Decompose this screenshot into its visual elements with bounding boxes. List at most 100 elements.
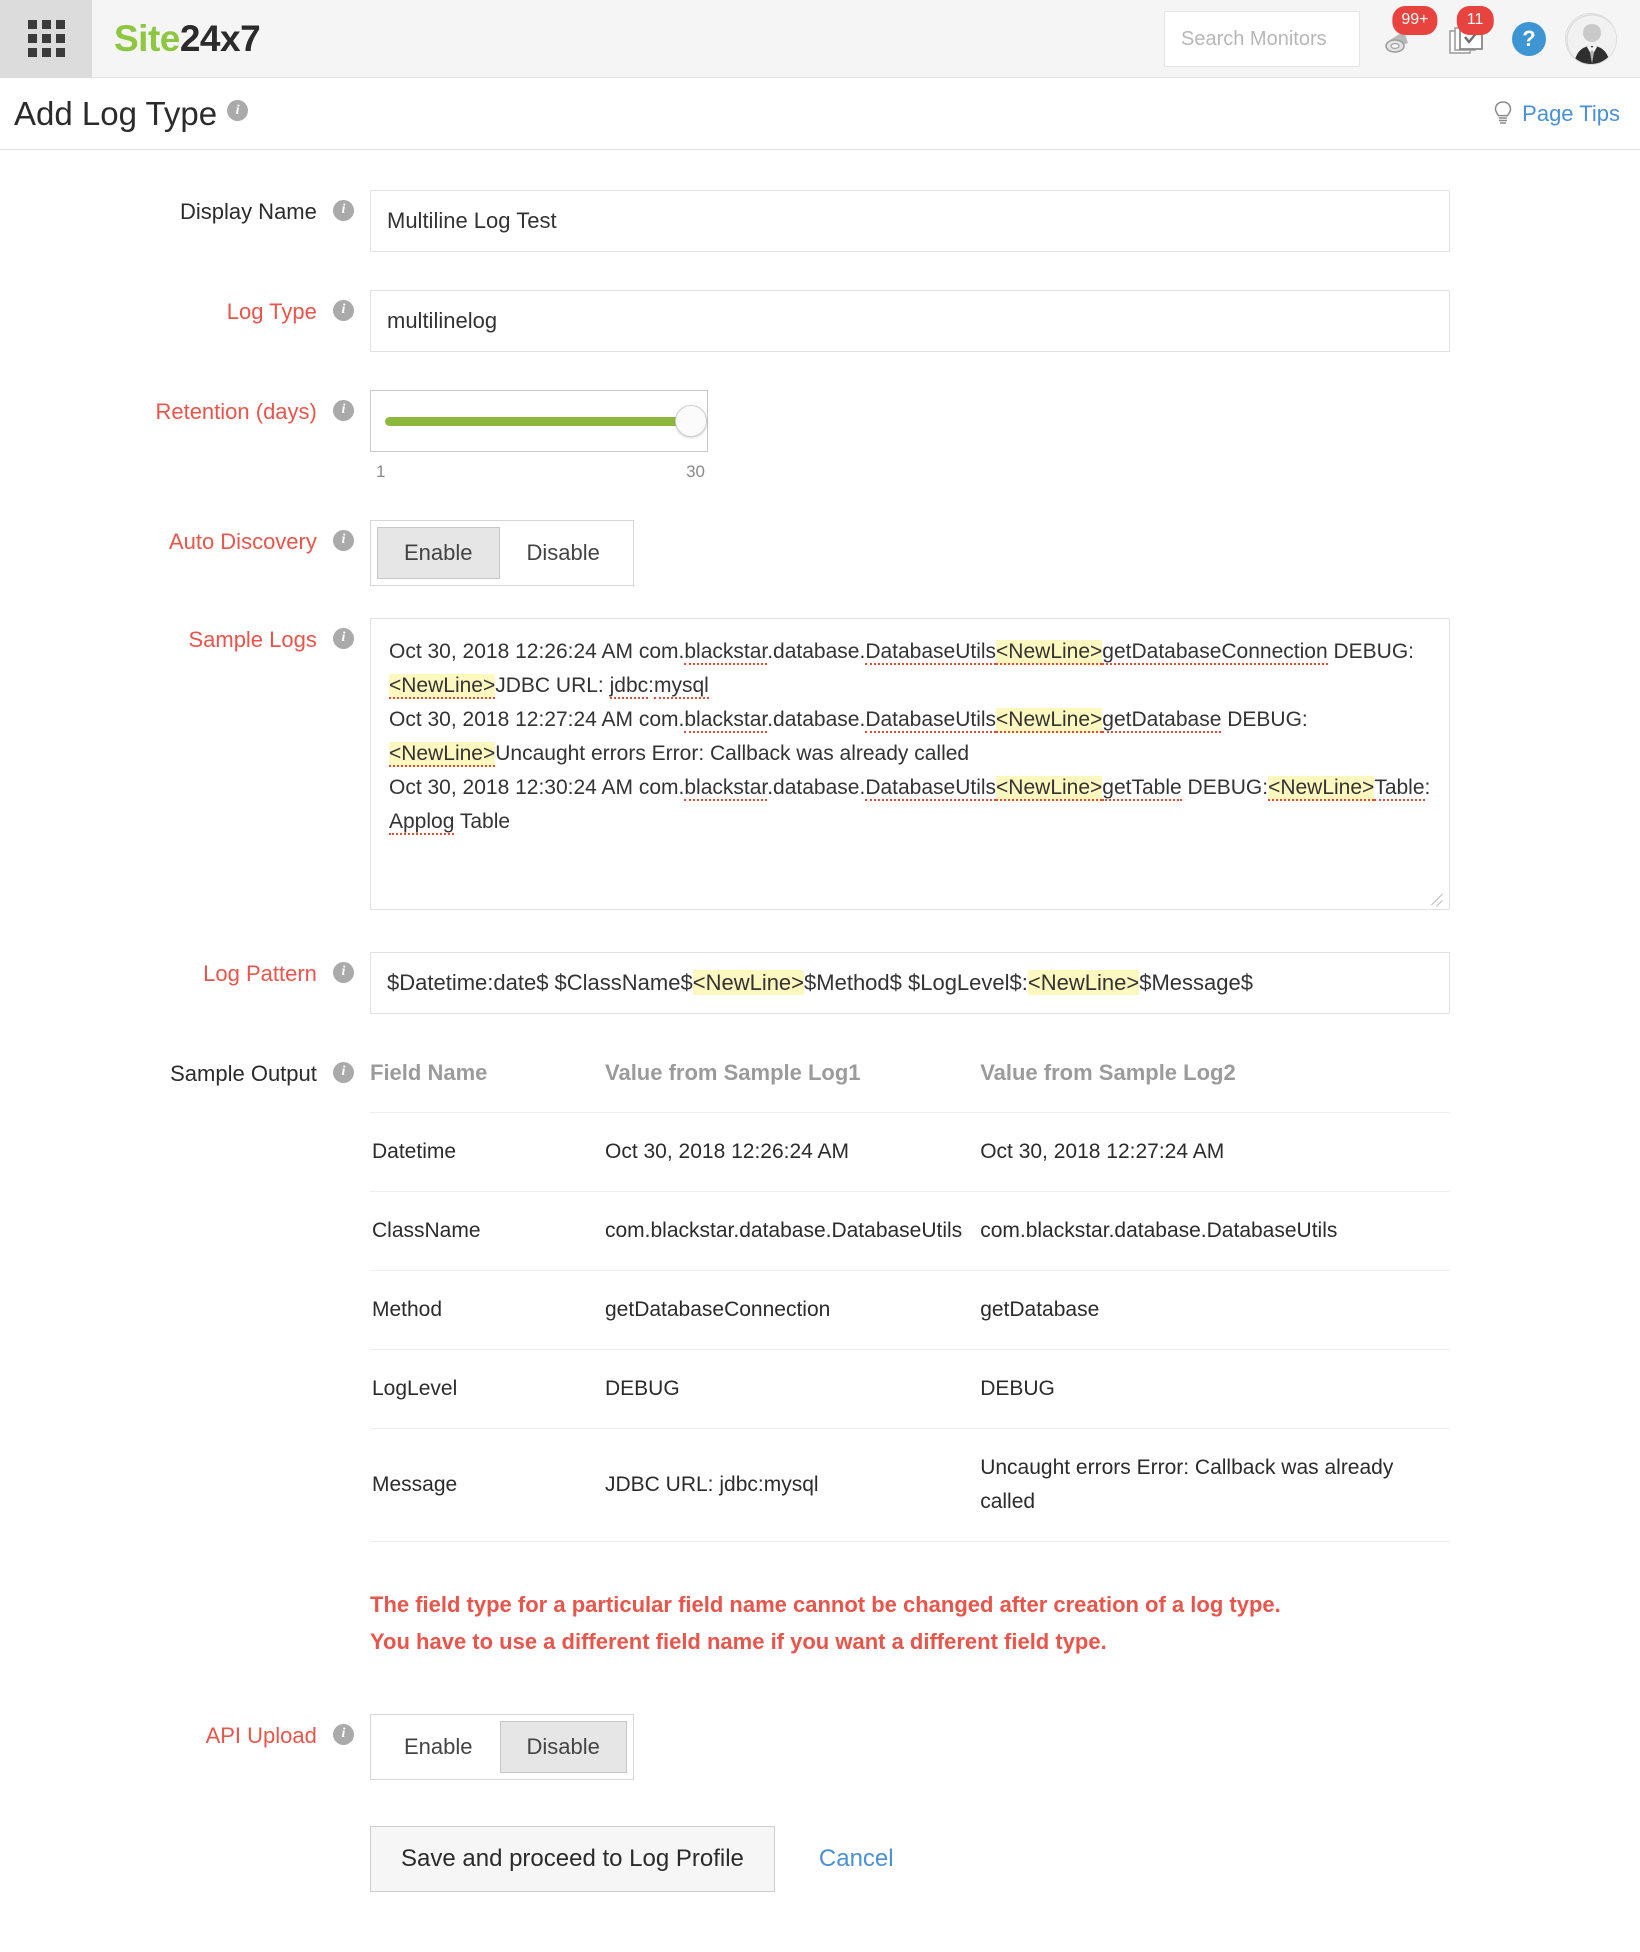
retention-slider-track — [385, 405, 707, 437]
auto-discovery-info-icon[interactable]: i — [333, 529, 354, 551]
auto-discovery-label-col: Auto Discovery i — [0, 520, 370, 586]
inbox-button[interactable]: 11 — [1436, 0, 1498, 78]
display-name-info-icon[interactable]: i — [333, 199, 354, 221]
sample-logs-info-icon[interactable]: i — [333, 627, 354, 649]
log-pattern-input[interactable]: $Datetime:date$ $ClassName$<NewLine>$Met… — [370, 952, 1450, 1014]
cell-log1: DEBUG — [605, 1349, 981, 1429]
sample-output-label: Sample Output — [170, 1061, 317, 1086]
top-bar-actions: 99+ 11 ? — [1164, 0, 1622, 78]
cell-field-name: LogLevel — [370, 1349, 605, 1429]
page-title-info-icon[interactable]: i — [227, 100, 249, 121]
cell-log1: com.blackstar.database.DatabaseUtils — [605, 1191, 981, 1271]
api-upload-enable-option[interactable]: Enable — [377, 1721, 500, 1773]
page-tips-label: Page Tips — [1522, 100, 1620, 126]
inbox-badge: 11 — [1456, 6, 1494, 35]
cell-log2: Oct 30, 2018 12:27:24 AM — [980, 1112, 1450, 1192]
sample-logs-label-col: Sample Logs i — [0, 618, 370, 910]
alerts-button[interactable]: 99+ — [1374, 0, 1438, 78]
retention-max-label: 30 — [686, 462, 705, 481]
cell-field-name: ClassName — [370, 1191, 605, 1271]
search-input[interactable] — [1179, 26, 1345, 52]
col-header-field-name: Field Name — [370, 1060, 488, 1085]
page-tips-link[interactable]: Page Tips — [1493, 101, 1620, 127]
field-row-sample-logs: Sample Logs i Oct 30, 2018 12:26:24 AM c… — [0, 618, 1640, 910]
form-actions-row: Save and proceed to Log Profile Cancel — [0, 1826, 1640, 1892]
log-pattern-field-col: $Datetime:date$ $ClassName$<NewLine>$Met… — [370, 952, 1640, 1014]
sample-output-info-icon[interactable]: i — [333, 1061, 354, 1083]
api-upload-info-icon[interactable]: i — [333, 1723, 354, 1745]
display-name-label-col: Display Name i — [0, 190, 370, 252]
log-pattern-label-col: Log Pattern i — [0, 952, 370, 1014]
page-title: Add Log Type — [14, 94, 218, 132]
log-pattern-label: Log Pattern — [203, 961, 317, 986]
save-and-proceed-button[interactable]: Save and proceed to Log Profile — [370, 1826, 775, 1892]
log-type-info-icon[interactable]: i — [333, 299, 354, 321]
col-header-log1: Value from Sample Log1 — [605, 1060, 861, 1085]
cell-log1: Oct 30, 2018 12:26:24 AM — [605, 1112, 981, 1192]
help-button[interactable]: ? — [1498, 0, 1560, 78]
actions-spacer — [0, 1826, 370, 1892]
display-name-field-col — [370, 190, 1640, 252]
top-navigation-bar: Site24x7 99+ 11 ? — [0, 0, 1640, 78]
log-pattern-info-icon[interactable]: i — [333, 961, 354, 983]
retention-info-icon[interactable]: i — [333, 399, 354, 421]
api-upload-toggle: Enable Disable — [370, 1714, 634, 1780]
cell-log2: com.blackstar.database.DatabaseUtils — [980, 1191, 1450, 1271]
page-header: Add Log Type i Page Tips — [0, 78, 1640, 150]
sample-output-label-col: Sample Output i — [0, 1052, 370, 1660]
api-upload-label: API Upload — [205, 1723, 317, 1748]
log-type-label-col: Log Type i — [0, 290, 370, 352]
field-row-log-type: Log Type i — [0, 290, 1640, 352]
retention-min-label: 1 — [376, 462, 386, 481]
brand-logo[interactable]: Site24x7 — [114, 17, 261, 60]
field-row-api-upload: API Upload i Enable Disable — [0, 1714, 1640, 1780]
api-upload-field-col: Enable Disable — [370, 1714, 1640, 1780]
field-row-display-name: Display Name i — [0, 190, 1640, 252]
retention-field-col: 1 30 — [370, 390, 1640, 482]
search-monitors-box[interactable] — [1164, 11, 1360, 67]
field-row-auto-discovery: Auto Discovery i Enable Disable — [0, 520, 1640, 586]
sample-logs-textarea[interactable]: Oct 30, 2018 12:26:24 AM com.blackstar.d… — [370, 618, 1450, 910]
retention-label: Retention (days) — [155, 399, 317, 424]
display-name-input[interactable] — [370, 190, 1450, 252]
display-name-label: Display Name — [179, 199, 317, 224]
auto-discovery-disable-option[interactable]: Disable — [500, 527, 627, 579]
retention-label-col: Retention (days) i — [0, 390, 370, 482]
table-header-row: Field Name Value from Sample Log1 Value … — [370, 1052, 1450, 1113]
auto-discovery-field-col: Enable Disable — [370, 520, 1640, 586]
add-log-type-form: Display Name i Log Type i Retention (day… — [0, 150, 1640, 1952]
col-header-log2: Value from Sample Log2 — [980, 1060, 1236, 1085]
sample-log-line: Oct 30, 2018 12:30:24 AM com.blackstar.d… — [389, 776, 1431, 835]
log-type-field-col — [370, 290, 1640, 352]
field-type-warning: The field type for a particular field na… — [370, 1542, 1450, 1660]
sample-output-table: Field Name Value from Sample Log1 Value … — [370, 1052, 1450, 1542]
user-account-button[interactable] — [1560, 0, 1622, 78]
retention-slider-handle[interactable] — [675, 405, 707, 437]
cell-log2: DEBUG — [980, 1349, 1450, 1429]
lightbulb-icon — [1494, 100, 1512, 124]
log-type-input[interactable] — [370, 290, 1450, 352]
api-upload-disable-option[interactable]: Disable — [499, 1721, 627, 1773]
cancel-button[interactable]: Cancel — [819, 1845, 894, 1873]
cell-log2: getDatabase — [980, 1270, 1450, 1350]
field-row-retention: Retention (days) i 1 30 — [0, 390, 1640, 482]
api-upload-label-col: API Upload i — [0, 1714, 370, 1780]
auto-discovery-enable-option[interactable]: Enable — [377, 527, 500, 579]
sample-log-line: Oct 30, 2018 12:27:24 AM com.blackstar.d… — [389, 708, 1308, 767]
brand-logo-24x7: 24x7 — [179, 17, 261, 59]
auto-discovery-toggle: Enable Disable — [370, 520, 634, 586]
sample-log-line: Oct 30, 2018 12:26:24 AM com.blackstar.d… — [389, 640, 1414, 699]
form-buttons: Save and proceed to Log Profile Cancel — [370, 1826, 1450, 1892]
retention-slider[interactable] — [370, 390, 708, 452]
app-launcher-button[interactable] — [0, 0, 92, 78]
table-row: Message JDBC URL: jdbc:mysql Uncaught er… — [370, 1428, 1450, 1542]
table-row: LogLevel DEBUG DEBUG — [370, 1349, 1450, 1429]
textarea-resize-handle[interactable] — [1428, 888, 1446, 906]
retention-slider-scale: 1 30 — [370, 452, 708, 482]
question-mark-icon: ? — [1512, 22, 1546, 56]
table-row: Method getDatabaseConnection getDatabase — [370, 1270, 1450, 1350]
sample-logs-label: Sample Logs — [188, 627, 317, 652]
